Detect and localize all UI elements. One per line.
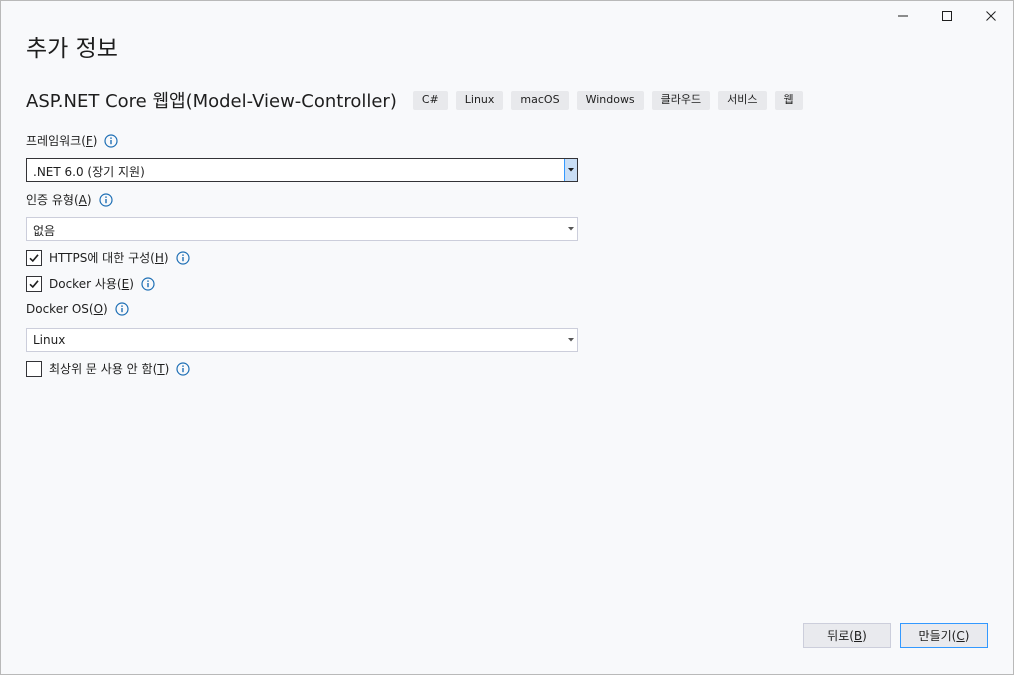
window-controls <box>881 1 1013 33</box>
create-button-label: 만들기(C) <box>918 629 970 643</box>
maximize-icon <box>942 11 952 21</box>
docker-os-selected-value: Linux <box>33 333 66 347</box>
no-toplevel-statements-row: 최상위 문 사용 안 함(T) <box>26 360 190 377</box>
minimize-icon <box>898 15 908 17</box>
docker-os-label-text: Docker OS(O) <box>26 302 108 316</box>
tag-linux: Linux <box>455 90 504 110</box>
maximize-button[interactable] <box>925 1 969 31</box>
auth-type-select[interactable]: 없음 <box>26 217 578 241</box>
minimize-button[interactable] <box>881 1 925 31</box>
https-config-row: HTTPS에 대한 구성(H) <box>26 249 190 266</box>
framework-label: 프레임워크(F) <box>26 132 119 149</box>
https-config-label: HTTPS에 대한 구성(H) <box>49 251 169 265</box>
auth-type-label: 인증 유형(A) <box>26 191 113 208</box>
tag-csharp: C# <box>412 90 448 110</box>
docker-enable-label: Docker 사용(E) <box>49 277 134 291</box>
close-icon <box>986 11 996 21</box>
template-header: ASP.NET Core 웹앱(Model-View-Controller) C… <box>26 87 811 113</box>
docker-os-info-icon[interactable] <box>115 302 129 316</box>
checkmark-icon <box>29 279 39 288</box>
back-button-label: 뒤로(B) <box>827 629 867 643</box>
no-toplevel-statements-checkbox[interactable] <box>26 360 42 377</box>
https-config-checkbox[interactable] <box>26 249 42 266</box>
dialog-title: 추가 정보 <box>26 36 118 62</box>
chevron-down-icon[interactable] <box>565 218 577 240</box>
tag-web: 웹 <box>774 90 803 110</box>
tag-macos: macOS <box>511 90 569 110</box>
toplevel-info-icon[interactable] <box>176 361 190 376</box>
chevron-down-icon[interactable] <box>565 329 577 351</box>
back-button[interactable]: 뒤로(B) <box>803 623 891 648</box>
additional-info-dialog: 추가 정보 ASP.NET Core 웹앱(Model-View-Control… <box>0 0 1014 675</box>
framework-label-text: 프레임워크(F) <box>26 134 98 148</box>
template-name: ASP.NET Core 웹앱(Model-View-Controller) <box>26 91 397 112</box>
docker-os-label: Docker OS(O) <box>26 302 129 316</box>
docker-os-select[interactable]: Linux <box>26 328 578 352</box>
https-info-icon[interactable] <box>175 250 190 265</box>
checkmark-icon <box>29 253 39 262</box>
auth-type-selected-value: 없음 <box>33 224 56 238</box>
close-button[interactable] <box>969 1 1013 31</box>
docker-enable-row: Docker 사용(E) <box>26 275 155 292</box>
no-toplevel-statements-label: 최상위 문 사용 안 함(T) <box>49 362 170 376</box>
tag-cloud: 클라우드 <box>651 90 711 110</box>
tag-service: 서비스 <box>718 90 767 110</box>
tag-windows: Windows <box>576 90 644 110</box>
create-button[interactable]: 만들기(C) <box>900 623 988 648</box>
auth-type-label-text: 인증 유형(A) <box>26 193 92 207</box>
framework-selected-value: .NET 6.0 (장기 지원) <box>33 165 145 179</box>
docker-enable-checkbox[interactable] <box>26 275 42 292</box>
chevron-down-icon[interactable] <box>564 159 577 181</box>
docker-info-icon[interactable] <box>141 276 155 291</box>
auth-type-info-icon[interactable] <box>98 192 113 207</box>
framework-select[interactable]: .NET 6.0 (장기 지원) <box>26 158 578 182</box>
framework-info-icon[interactable] <box>104 133 119 148</box>
